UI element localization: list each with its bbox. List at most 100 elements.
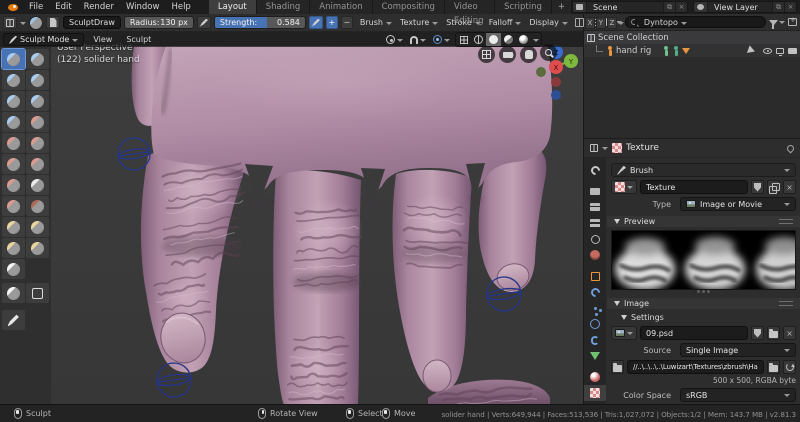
tab-video-editing[interactable]: Video Editing	[444, 0, 496, 26]
brush-clay-button[interactable]	[2, 70, 25, 90]
popover-texture[interactable]: Texture	[396, 16, 442, 29]
editor-type-icon[interactable]	[590, 144, 598, 152]
properties-tab-view-layer[interactable]	[584, 215, 606, 231]
pin-icon[interactable]	[785, 143, 796, 153]
menu-sculpt[interactable]: Sculpt	[121, 35, 156, 44]
new-collection-button[interactable]	[788, 16, 797, 26]
properties-tab-material[interactable]	[584, 369, 606, 385]
outliner-row-scene-collection[interactable]: Scene Collection	[584, 31, 800, 44]
preview-panel-header[interactable]: Preview	[607, 216, 800, 228]
radius-pressure-button[interactable]	[196, 16, 211, 29]
properties-tab-data[interactable]	[584, 348, 606, 364]
filepath-field[interactable]: //..\..\..\..\Luwizart\Textures\zbrush\H…	[627, 360, 764, 375]
texture-browse-button[interactable]	[611, 180, 637, 194]
hide-toggle-icon[interactable]	[763, 47, 772, 54]
properties-tab-object[interactable]	[584, 268, 606, 284]
tab-compositing[interactable]: Compositing	[372, 0, 445, 14]
mirror-z-toggle[interactable]: Z	[606, 16, 617, 29]
source-dropdown[interactable]: Single Image	[680, 343, 796, 358]
brush-box-mask-button[interactable]	[26, 283, 49, 303]
browse-path-button[interactable]	[767, 360, 780, 375]
blender-logo-icon[interactable]	[5, 2, 20, 13]
properties-tab-modifiers[interactable]	[584, 284, 606, 300]
brush-draw-button[interactable]	[1, 48, 26, 70]
mode-selector[interactable]: Sculpt Mode	[3, 33, 85, 46]
proportional-edit-dropdown[interactable]	[431, 35, 452, 45]
view-layer-remove-button[interactable]: ×	[784, 2, 796, 12]
mirror-x-toggle[interactable]: X	[584, 16, 595, 29]
orientation-dropdown[interactable]	[384, 35, 405, 45]
shading-rendered-button[interactable]	[516, 33, 531, 46]
outliner-filter-button[interactable]	[769, 17, 785, 29]
tab-animation[interactable]: Animation	[310, 0, 373, 14]
brush-draw-sharp-button[interactable]	[26, 49, 49, 69]
properties-tab-tool[interactable]	[584, 162, 606, 178]
brush-nudge-button[interactable]	[26, 217, 49, 237]
open-image-button[interactable]	[767, 326, 780, 341]
reload-image-button[interactable]	[783, 360, 796, 375]
camera-view-button[interactable]	[499, 46, 516, 63]
brush-flatten-button[interactable]	[26, 133, 49, 153]
popover-display[interactable]: Display	[525, 16, 572, 29]
image-name-field[interactable]: 09.psd	[640, 326, 748, 341]
tab-layout[interactable]: Layout	[208, 0, 257, 14]
viewport-disable-icon[interactable]	[776, 47, 784, 56]
pan-view-button[interactable]	[520, 46, 537, 63]
brush-simplify-button[interactable]	[2, 259, 25, 279]
view-layer-new-button[interactable]: ⧉	[772, 2, 784, 12]
shading-solid-button[interactable]	[486, 33, 501, 46]
texture-context-selector[interactable]: Brush	[611, 163, 796, 177]
brush-grab-button[interactable]	[26, 175, 49, 195]
render-disable-icon[interactable]	[788, 47, 797, 54]
viewport-canvas[interactable]: Z X Y	[0, 14, 583, 404]
menu-file[interactable]: File	[23, 0, 49, 14]
popover-brush[interactable]: Brush	[356, 16, 396, 29]
ortho-grid-button[interactable]	[478, 46, 495, 63]
menu-edit[interactable]: Edit	[49, 0, 77, 14]
image-fake-user-button[interactable]	[751, 326, 764, 341]
properties-tab-physics[interactable]	[584, 316, 606, 332]
texture-preview[interactable]	[611, 230, 796, 290]
dyntopo-popover[interactable]: Dyntopo	[640, 16, 691, 29]
radius-slider[interactable]: Radius: 130 px	[123, 16, 194, 29]
editor-type-button[interactable]	[3, 16, 17, 29]
brush-smooth-button[interactable]	[2, 133, 25, 153]
preview-resize-handle[interactable]	[611, 289, 796, 293]
tab-scripting[interactable]: Scripting	[495, 0, 552, 14]
brush-elastic-deform-button[interactable]	[2, 196, 25, 216]
view-layer-selector[interactable]: View Layer ⧉ ×	[693, 1, 797, 13]
strength-pressure-button[interactable]	[308, 16, 323, 29]
brush-annotate-button[interactable]	[2, 310, 25, 330]
outliner-row-hand-rig[interactable]: hand rig	[584, 44, 800, 57]
brush-inflate-button[interactable]	[26, 91, 49, 111]
dyntopo-checkbox[interactable]	[634, 18, 637, 27]
settings-subpanel-header[interactable]: Settings	[607, 312, 800, 323]
brush-crease-button[interactable]	[26, 112, 49, 132]
menu-help[interactable]: Help	[165, 0, 196, 14]
popover-falloff[interactable]: Falloff	[485, 16, 526, 29]
mirror-y-toggle[interactable]: Y	[595, 16, 606, 29]
brush-snake-hook-button[interactable]	[26, 196, 49, 216]
properties-tab-render[interactable]	[584, 183, 606, 199]
brush-layer-button[interactable]	[2, 91, 25, 111]
scene-new-button[interactable]: ⧉	[663, 2, 675, 12]
add-button[interactable]: +	[325, 16, 338, 29]
brush-clay-strips-button[interactable]	[26, 70, 49, 90]
brush-name-field[interactable]: SculptDraw	[63, 16, 121, 29]
subtract-button[interactable]: −	[340, 16, 353, 29]
add-workspace-button[interactable]: +	[551, 0, 572, 14]
selectable-toggle-icon[interactable]	[746, 44, 761, 57]
brush-rotate-button[interactable]	[2, 238, 25, 258]
brush-blob-button[interactable]	[2, 112, 25, 132]
image-browse-button[interactable]	[611, 326, 637, 341]
properties-tab-world[interactable]	[584, 247, 606, 263]
properties-tab-output[interactable]	[584, 199, 606, 215]
properties-tab-scene[interactable]	[584, 231, 606, 247]
overlay-toggle-button[interactable]	[456, 33, 471, 46]
fake-user-button[interactable]	[751, 180, 764, 194]
strength-slider[interactable]: Strength: 0.584	[213, 16, 306, 29]
brush-mask-button[interactable]	[2, 283, 25, 303]
snap-dropdown[interactable]	[408, 35, 428, 45]
unlink-image-button[interactable]: ×	[783, 326, 796, 341]
texture-type-dropdown[interactable]: Image or Movie	[680, 197, 796, 211]
